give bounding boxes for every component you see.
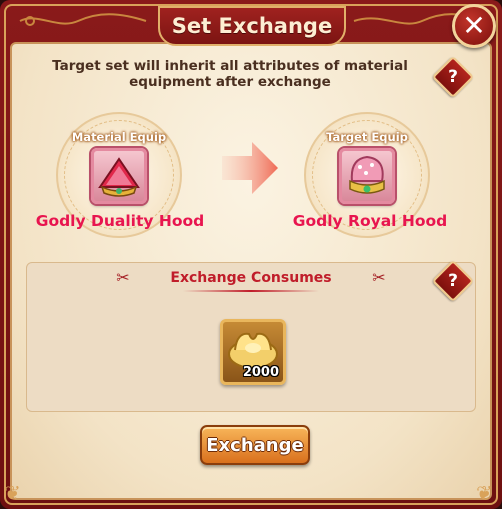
close-icon: ✕ bbox=[462, 9, 486, 42]
help-icon: ? bbox=[448, 67, 458, 87]
royal-hood-icon bbox=[349, 155, 385, 194]
title-tab: Set Exchange bbox=[158, 6, 346, 46]
target-label: Target Equip bbox=[326, 130, 408, 144]
consume-title: Exchange Consumes bbox=[170, 270, 332, 286]
title-swirl-left bbox=[19, 13, 147, 26]
arrow-right-icon bbox=[222, 142, 278, 194]
target-item-name: Godly Royal Hood bbox=[292, 212, 448, 230]
close-button[interactable]: ✕ bbox=[452, 4, 496, 48]
material-label: Material Equip bbox=[71, 130, 167, 144]
corner-ornament-icon: ❦ bbox=[4, 481, 21, 505]
exchange-button[interactable]: Exchange bbox=[200, 425, 310, 465]
exchange-button-label: Exchange bbox=[206, 434, 304, 456]
help-icon: ? bbox=[448, 271, 458, 291]
target-item-button[interactable] bbox=[339, 148, 395, 204]
consume-divider bbox=[183, 290, 319, 292]
dialog-title: Set Exchange bbox=[171, 14, 333, 38]
duality-hood-icon bbox=[98, 157, 140, 197]
material-item-button[interactable] bbox=[91, 148, 147, 204]
cost-amount: 2000 bbox=[242, 365, 279, 380]
dialog-description: Target set will inherit all attributes o… bbox=[52, 58, 408, 90]
cost-item[interactable]: 2000 bbox=[220, 319, 286, 385]
material-item-name: Godly Duality Hood bbox=[35, 212, 205, 230]
corner-ornament-icon: ❦ bbox=[476, 481, 493, 505]
